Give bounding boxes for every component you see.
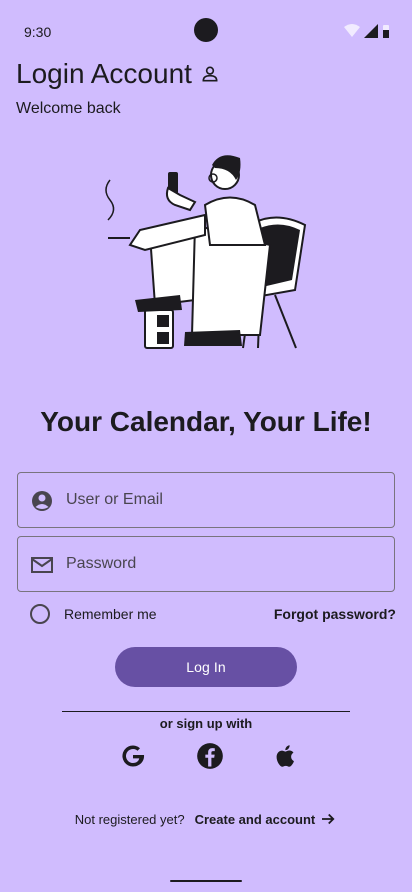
create-account-label: Create and account	[194, 811, 316, 827]
status-icons	[344, 24, 390, 38]
person-icon	[202, 66, 218, 82]
divider	[62, 711, 350, 712]
user-email-placeholder: User or Email	[66, 491, 163, 508]
status-time: 9:30	[24, 24, 52, 40]
hero-headline: Your Calendar, Your Life!	[40, 406, 372, 437]
title-row: Login Account	[16, 58, 220, 90]
remember-me-radio[interactable]	[30, 604, 50, 624]
forgot-password-link[interactable]: Forgot password?	[274, 606, 396, 622]
not-registered-text: Not registered yet?	[74, 811, 185, 827]
arrow-right-icon	[322, 813, 335, 825]
password-field[interactable]: Password	[17, 536, 395, 592]
sign-up-with-label: or sign up with	[159, 716, 253, 731]
create-account-link[interactable]: Create and account	[195, 810, 338, 828]
user-email-field[interactable]: User or Email	[17, 472, 395, 528]
google-icon[interactable]	[119, 742, 147, 770]
remember-me-label: Remember me	[64, 606, 157, 622]
page-title: Login Account	[16, 58, 192, 89]
status-bar: 9:30	[0, 0, 412, 62]
mail-icon	[31, 557, 53, 573]
camera-cutout	[194, 18, 218, 42]
wifi-icon	[344, 24, 360, 37]
illustration-person-on-chair	[105, 155, 307, 349]
welcome-subtitle: Welcome back	[16, 100, 121, 117]
battery-icon	[383, 25, 389, 38]
apple-icon[interactable]	[272, 742, 300, 770]
account-circle-icon	[32, 491, 52, 511]
home-indicator[interactable]	[170, 880, 242, 882]
password-placeholder: Password	[66, 555, 137, 572]
facebook-icon[interactable]	[196, 742, 224, 770]
signal-icon	[364, 24, 378, 38]
remember-me[interactable]: Remember me	[30, 604, 157, 624]
login-button[interactable]: Log In	[115, 647, 297, 687]
register-row: Not registered yet? Create and account	[0, 810, 412, 828]
